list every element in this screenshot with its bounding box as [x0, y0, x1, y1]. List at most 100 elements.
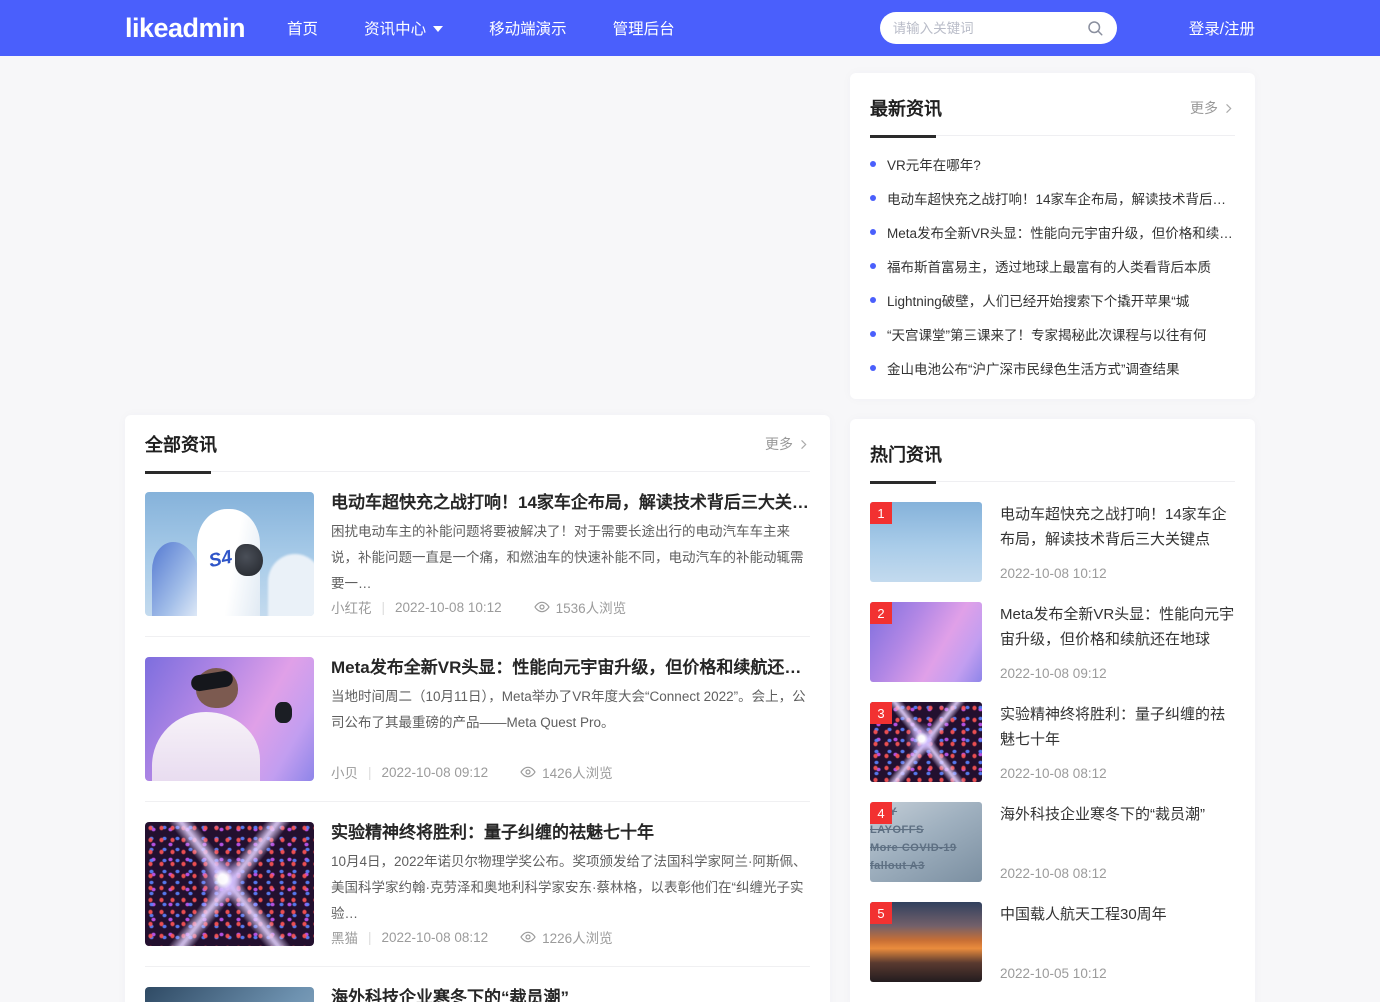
article-row[interactable]: Meta发布全新VR头显：性能向元宇宙升级，但价格和续航还在地球 当地时间周二（…: [145, 637, 810, 802]
bullet-dot-icon: [870, 331, 876, 337]
left-column: 全部资讯 更多 S4 电动车超快充之战打响！14家车企布局，解读技术背后三大关键…: [125, 56, 830, 1002]
article-thumbnail: [145, 657, 314, 781]
eye-icon: [534, 599, 550, 615]
hot-news-title: 热门资讯: [870, 441, 942, 467]
hot-news-header: 热门资讯: [870, 441, 1235, 482]
top-navbar: likeadmin 首页 资讯中心 移动端演示 管理后台: [0, 0, 1380, 56]
search-input[interactable]: [893, 21, 1086, 36]
hot-news-item[interactable]: 4 CITY LAYOFFS More COVID-19 fallout A3 …: [870, 802, 1235, 882]
right-column: 最新资讯 更多 VR元年在哪年? 电动车超快充之战打响！14家车企布局，解读技术…: [850, 56, 1255, 1002]
hot-item-date: 2022-10-08 09:12: [1000, 666, 1235, 682]
banner-placeholder: [125, 56, 830, 415]
bullet-dot-icon: [870, 263, 876, 269]
latest-news-card: 最新资讯 更多 VR元年在哪年? 电动车超快充之战打响！14家车企布局，解读技术…: [850, 73, 1255, 399]
latest-news-item[interactable]: Lightning破壁，人们已经开始搜索下个撬开苹果“城: [870, 283, 1235, 317]
meta-separator: |: [368, 930, 372, 945]
hot-item-title: 中国载人航天工程30周年: [1000, 902, 1235, 927]
bullet-dot-icon: [870, 297, 876, 303]
nav-item-news-center[interactable]: 资讯中心: [364, 17, 443, 39]
article-title: Meta发布全新VR头显：性能向元宇宙升级，但价格和续航还在地球: [331, 657, 810, 679]
all-news-card: 全部资讯 更多 S4 电动车超快充之战打响！14家车企布局，解读技术背后三大关键…: [125, 415, 830, 1002]
article-thumbnail: [145, 987, 314, 1002]
hot-item-title: Meta发布全新VR头显：性能向元宇宙升级，但价格和续航还在地球: [1000, 602, 1235, 652]
latest-news-more-link[interactable]: 更多: [1190, 98, 1235, 118]
latest-news-title: 最新资讯: [870, 95, 942, 121]
article-meta: 小红花 | 2022-10-08 10:12 1536人浏览: [331, 598, 810, 616]
hot-thumbnail: 4 CITY LAYOFFS More COVID-19 fallout A3: [870, 802, 982, 882]
article-date: 2022-10-08 09:12: [382, 765, 489, 780]
hot-item-title: 电动车超快充之战打响！14家车企布局，解读技术背后三大关键点: [1000, 502, 1235, 552]
hot-item-title: 实验精神终将胜利：量子纠缠的祛魅七十年: [1000, 702, 1235, 752]
article-author: 小贝: [331, 762, 358, 781]
article-date: 2022-10-08 10:12: [395, 600, 502, 615]
article-row[interactable]: S4 电动车超快充之战打响！14家车企布局，解读技术背后三大关键点 困扰电动车主…: [145, 472, 810, 637]
latest-news-item[interactable]: 电动车超快充之战打响！14家车企布局，解读技术背后三…: [870, 181, 1235, 215]
all-news-title: 全部资讯: [145, 431, 217, 457]
rank-badge: 5: [870, 902, 892, 924]
rank-badge: 3: [870, 702, 892, 724]
all-news-more-link[interactable]: 更多: [765, 434, 810, 454]
hot-item-date: 2022-10-08 08:12: [1000, 866, 1235, 882]
article-meta: 黑猫 | 2022-10-08 08:12 1226人浏览: [331, 928, 810, 946]
hot-item-date: 2022-10-05 10:12: [1000, 966, 1235, 982]
search-icon[interactable]: [1086, 19, 1104, 37]
article-meta: 小贝 | 2022-10-08 09:12 1426人浏览: [331, 763, 810, 781]
latest-news-item[interactable]: 福布斯首富易主，透过地球上最富有的人类看背后本质: [870, 249, 1235, 283]
rank-badge: 1: [870, 502, 892, 524]
article-author: 黑猫: [331, 927, 358, 946]
chevron-down-icon: [433, 26, 443, 32]
hot-news-item[interactable]: 2 Meta发布全新VR头显：性能向元宇宙升级，但价格和续航还在地球 2022-…: [870, 602, 1235, 682]
article-views: 1226人浏览: [542, 927, 613, 946]
nav-item-mobile-demo[interactable]: 移动端演示: [489, 17, 567, 39]
hot-news-card: 热门资讯 1 S4 电动车超快充之战打响！14家车企布局，解读技术背后三大关键点…: [850, 419, 1255, 1002]
bullet-dot-icon: [870, 365, 876, 371]
latest-news-item[interactable]: Meta发布全新VR头显：性能向元宇宙升级，但价格和续…还: [870, 215, 1235, 249]
hot-thumbnail: 3: [870, 702, 982, 782]
hot-news-item[interactable]: 3 实验精神终将胜利：量子纠缠的祛魅七十年 2022-10-08 08:12: [870, 702, 1235, 782]
hot-news-item[interactable]: 1 S4 电动车超快充之战打响！14家车企布局，解读技术背后三大关键点 2022…: [870, 502, 1235, 582]
chevron-right-icon: [1222, 102, 1235, 115]
latest-news-item[interactable]: “天宫课堂”第三课来了！专家揭秘此次课程与以往有何: [870, 317, 1235, 351]
hot-item-title: 海外科技企业寒冬下的“裁员潮”: [1000, 802, 1235, 827]
article-title: 海外科技企业寒冬下的“裁员潮”: [331, 987, 810, 1002]
eye-icon: [520, 764, 536, 780]
latest-news-list: VR元年在哪年? 电动车超快充之战打响！14家车企布局，解读技术背后三… Met…: [870, 147, 1235, 385]
article-author: 小红花: [331, 597, 372, 616]
article-excerpt: 困扰电动车主的补能问题将要被解决了！对于需要长途出行的电动汽车车主来说，补能问题…: [331, 519, 810, 597]
hot-news-item[interactable]: 5 中国载人航天工程30周年 2022-10-05 10:12: [870, 902, 1235, 982]
chevron-right-icon: [797, 438, 810, 451]
article-date: 2022-10-08 08:12: [382, 930, 489, 945]
nav-item-home[interactable]: 首页: [287, 17, 318, 39]
article-excerpt: 当地时间周二（10月11日），Meta举办了VR年度大会“Connect 202…: [331, 684, 810, 736]
article-thumbnail: [145, 822, 314, 946]
article-thumbnail: S4: [145, 492, 314, 616]
article-views: 1426人浏览: [542, 762, 613, 781]
article-title: 实验精神终将胜利：量子纠缠的祛魅七十年: [331, 822, 810, 844]
article-title: 电动车超快充之战打响！14家车企布局，解读技术背后三大关键点: [331, 492, 810, 514]
hot-item-date: 2022-10-08 10:12: [1000, 566, 1235, 582]
hot-item-date: 2022-10-08 08:12: [1000, 766, 1235, 782]
latest-news-item[interactable]: 金山电池公布“沪广深市民绿色生活方式”调查结果: [870, 351, 1235, 385]
article-row[interactable]: 实验精神终将胜利：量子纠缠的祛魅七十年 10月4日，2022年诺贝尔物理学奖公布…: [145, 802, 810, 967]
bullet-dot-icon: [870, 195, 876, 201]
hot-thumbnail: 5: [870, 902, 982, 982]
login-register-link[interactable]: 登录/注册: [1189, 17, 1255, 39]
eye-icon: [520, 929, 536, 945]
search-box: [880, 12, 1117, 44]
article-excerpt: 10月4日，2022年诺贝尔物理学奖公布。奖项颁发给了法国科学家阿兰·阿斯佩、美…: [331, 849, 810, 927]
main-nav: 首页 资讯中心 移动端演示 管理后台: [287, 17, 721, 39]
meta-separator: |: [382, 600, 386, 615]
all-news-header: 全部资讯 更多: [145, 431, 810, 472]
rank-badge: 4: [870, 802, 892, 824]
latest-news-header: 最新资讯 更多: [870, 95, 1235, 136]
bullet-dot-icon: [870, 229, 876, 235]
hot-thumbnail: 1 S4: [870, 502, 982, 582]
rank-badge: 2: [870, 602, 892, 624]
article-row[interactable]: 海外科技企业寒冬下的“裁员潮”: [145, 967, 810, 1002]
meta-separator: |: [368, 765, 372, 780]
latest-news-item[interactable]: VR元年在哪年?: [870, 147, 1235, 181]
bullet-dot-icon: [870, 161, 876, 167]
likeadmin-logo[interactable]: likeadmin: [125, 13, 245, 44]
nav-item-admin-panel[interactable]: 管理后台: [613, 17, 675, 39]
page-content: 全部资讯 更多 S4 电动车超快充之战打响！14家车企布局，解读技术背后三大关键…: [125, 56, 1255, 1002]
